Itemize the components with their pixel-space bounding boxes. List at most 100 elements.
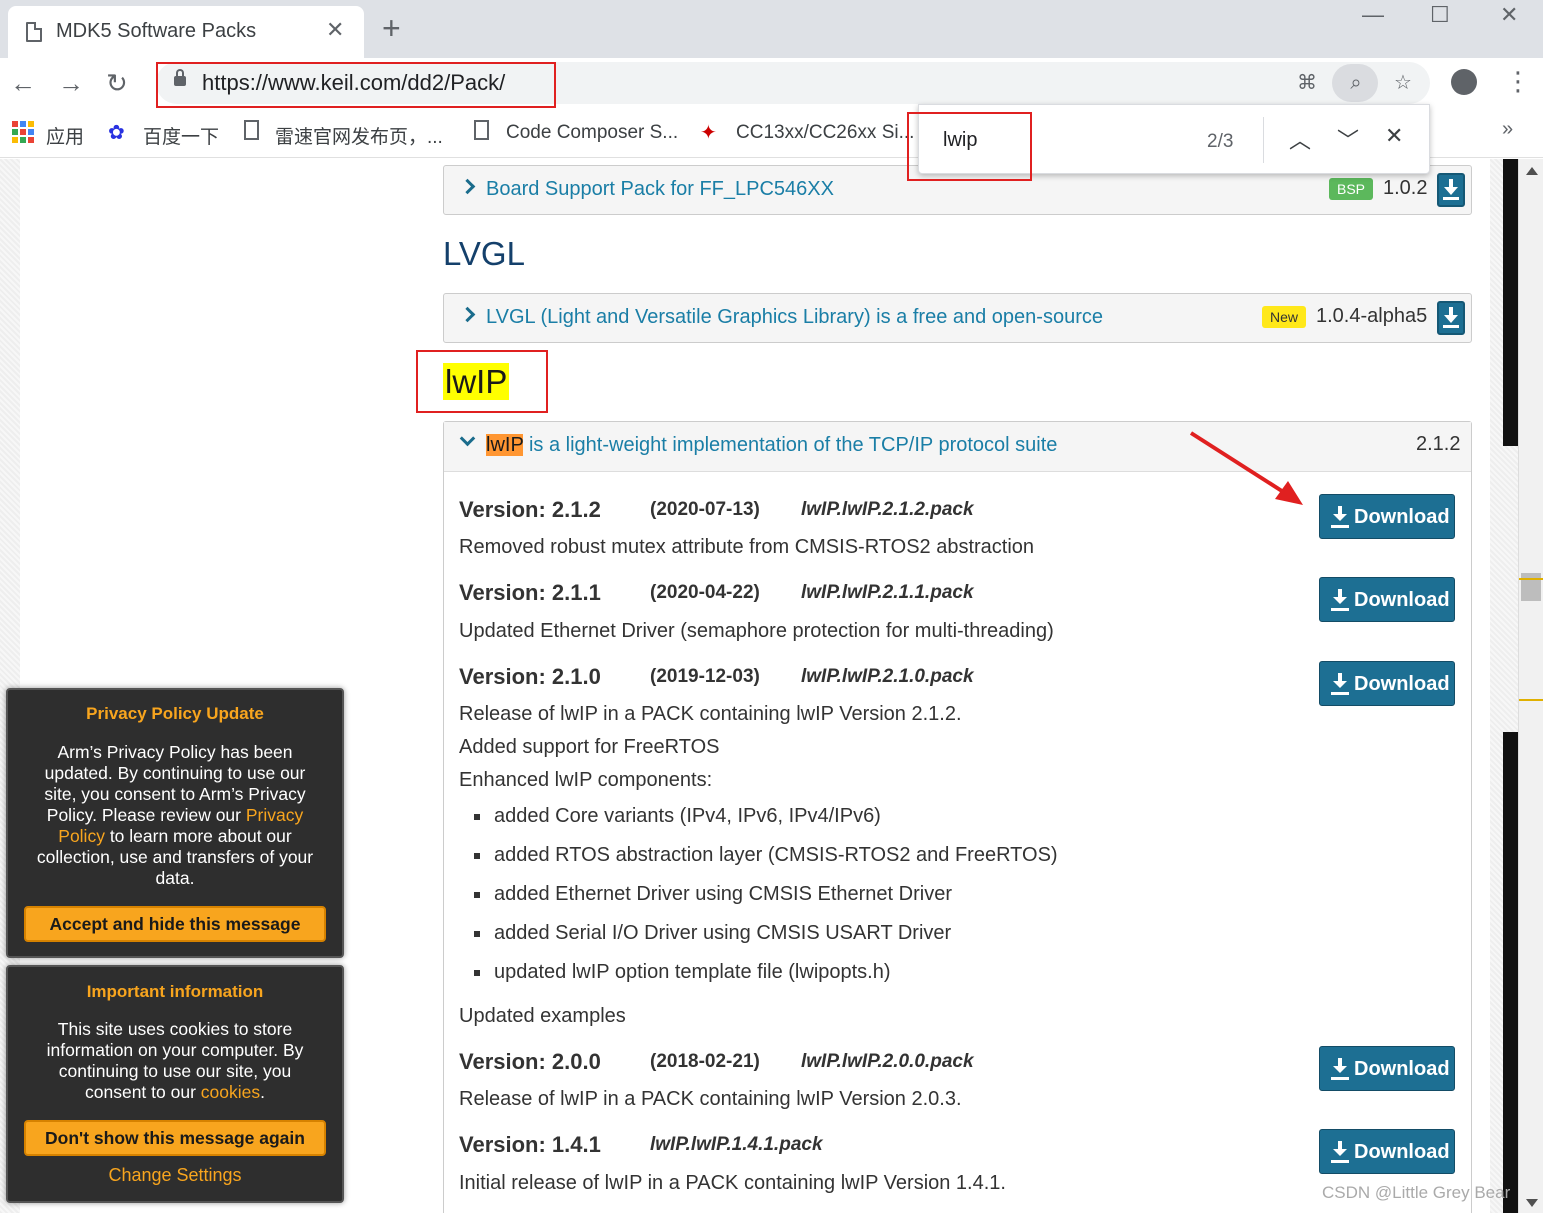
menu-dots-icon[interactable]: ⋮: [1505, 68, 1531, 94]
download-icon[interactable]: [1437, 173, 1465, 207]
release-date: (2018-02-21): [650, 1051, 760, 1072]
new-badge: New: [1262, 306, 1307, 328]
bookmark-code-composer[interactable]: Code Composer S...: [506, 122, 678, 144]
release-version: Version: 2.1.0: [459, 664, 601, 689]
download-button-2-0-0[interactable]: Download: [1319, 1046, 1455, 1091]
release-version: Version: 2.1.1: [459, 580, 601, 605]
bookmarks-more-icon[interactable]: »: [1502, 118, 1513, 141]
chevron-down-icon[interactable]: [459, 430, 476, 447]
release-note: Release of lwIP in a PACK containing lwI…: [459, 703, 962, 725]
download-icon: [1330, 589, 1350, 611]
scroll-overlay-bar: [1503, 732, 1518, 1213]
download-icon: [1330, 1058, 1350, 1080]
release-date: (2019-12-03): [650, 666, 760, 687]
download-button-2-1-1[interactable]: Download: [1319, 577, 1455, 622]
change-settings-link[interactable]: Change Settings: [8, 1165, 342, 1186]
watermark: CSDN @Little Grey Bear: [1322, 1183, 1511, 1202]
bookmark-apps[interactable]: 应用: [46, 122, 84, 149]
release-note: Initial release of lwIP in a PACK contai…: [459, 1172, 1006, 1194]
pack-row-lvgl[interactable]: LVGL (Light and Versatile Graphics Libra…: [443, 293, 1472, 343]
release-file: lwIP.lwIP.2.1.1.pack: [801, 582, 974, 603]
release-bullet: added Serial I/O Driver using CMSIS USAR…: [494, 922, 952, 944]
tab-strip: MDK5 Software Packs ✕ + — ☐ ✕: [0, 0, 1543, 58]
find-divider: [1263, 117, 1264, 163]
bookmark-star-icon[interactable]: ☆: [1388, 68, 1418, 98]
bookmark-baidu[interactable]: 百度一下: [143, 122, 219, 149]
download-icon[interactable]: [1437, 301, 1465, 335]
release-note: Enhanced lwIP components:: [459, 769, 713, 791]
page-icon: [474, 120, 489, 140]
find-match-marker: [1519, 578, 1543, 580]
bullet-marker: [474, 814, 480, 820]
release-bullet: added RTOS abstraction layer (CMSIS-RTOS…: [494, 844, 1058, 866]
download-button-1-4-1[interactable]: Download: [1319, 1129, 1455, 1174]
chevron-right-icon[interactable]: [459, 306, 476, 323]
pack-header-lwip[interactable]: lwIP is a light-weight implementation of…: [444, 422, 1471, 472]
bullet-marker: [474, 853, 480, 859]
download-button-2-1-2[interactable]: Download: [1319, 494, 1455, 539]
bullet-marker: [474, 892, 480, 898]
profile-avatar-icon[interactable]: [1451, 69, 1477, 95]
bookmark-leisu[interactable]: 雷速官网发布页，...: [275, 122, 443, 149]
popup-title: Important information: [86, 982, 264, 1001]
pack-title[interactable]: lwIP is a light-weight implementation of…: [486, 434, 1057, 457]
download-icon: [1330, 506, 1350, 528]
find-match-count: 2/3: [1207, 131, 1234, 152]
cookies-link[interactable]: cookies: [201, 1082, 260, 1102]
tab-close-icon[interactable]: ✕: [326, 17, 344, 43]
scroll-overlay-bar: [1503, 159, 1518, 446]
back-icon[interactable]: ←: [10, 68, 36, 99]
release-note: Release of lwIP in a PACK containing lwI…: [459, 1088, 962, 1110]
tab-mdk5-packs[interactable]: MDK5 Software Packs ✕: [8, 6, 364, 58]
minimize-icon[interactable]: —: [1362, 2, 1384, 28]
annotation-arrow: [1189, 431, 1303, 505]
release-date: (2020-04-22): [650, 582, 760, 603]
release-version: Version: 2.1.2: [459, 497, 601, 522]
maximize-icon[interactable]: ☐: [1430, 2, 1450, 28]
accept-button[interactable]: Accept and hide this message: [24, 906, 326, 942]
dont-show-again-button[interactable]: Don't show this message again: [24, 1120, 326, 1156]
pack-version: 1.0.2: [1383, 177, 1428, 199]
popup-body: Arm’s Privacy Policy has been updated. B…: [36, 742, 314, 888]
find-previous-icon[interactable]: ︿: [1289, 123, 1311, 155]
release-file: lwIP.lwIP.1.4.1.pack: [650, 1134, 823, 1155]
baidu-paw-icon: ✿: [108, 122, 125, 144]
find-next-icon[interactable]: ﹀: [1337, 123, 1359, 155]
popup-title: Privacy Policy Update: [86, 704, 264, 723]
forward-icon[interactable]: →: [58, 68, 84, 99]
translate-icon[interactable]: ⌘: [1292, 68, 1322, 98]
release-file: lwIP.lwIP.2.0.0.pack: [801, 1051, 974, 1072]
pack-title[interactable]: Board Support Pack for FF_LPC546XX: [486, 178, 834, 201]
section-heading-lvgl: LVGL: [443, 235, 525, 272]
annotation-box-find: [907, 112, 1032, 181]
scroll-down-icon[interactable]: [1526, 1199, 1538, 1207]
find-close-icon[interactable]: ✕: [1385, 123, 1403, 149]
release-version: Version: 2.0.0: [459, 1049, 601, 1074]
bookmark-cc13xx[interactable]: CC13xx/CC26xx Si...: [736, 122, 914, 144]
ti-logo-icon: ✦: [700, 122, 717, 144]
scroll-up-icon[interactable]: [1526, 167, 1538, 175]
apps-grid-icon[interactable]: [12, 121, 34, 143]
release-bullet: added Ethernet Driver using CMSIS Ethern…: [494, 883, 952, 905]
popup-body: This site uses cookies to store informat…: [46, 1019, 304, 1102]
tab-title: MDK5 Software Packs: [56, 20, 257, 42]
pack-title[interactable]: LVGL (Light and Versatile Graphics Libra…: [486, 306, 1103, 329]
download-icon: [1330, 673, 1350, 695]
bullet-marker: [474, 970, 480, 976]
annotation-box-url: [156, 62, 556, 108]
annotation-box-lwip: [416, 350, 548, 413]
new-tab-icon[interactable]: +: [382, 12, 401, 44]
pack-version: 1.0.4-alpha5: [1316, 305, 1428, 327]
page-scrollbar[interactable]: [1518, 159, 1543, 1213]
release-note: Added support for FreeRTOS: [459, 736, 720, 758]
release-bullet: added Core variants (IPv4, IPv6, IPv4/IP…: [494, 805, 881, 827]
window-close-icon[interactable]: ✕: [1500, 2, 1518, 28]
reload-icon[interactable]: ↻: [106, 68, 128, 99]
cookie-popup: Important information This site uses coo…: [6, 965, 344, 1203]
search-icon[interactable]: ⌕: [1341, 68, 1371, 98]
privacy-popup: Privacy Policy Update Arm’s Privacy Poli…: [6, 688, 344, 958]
download-button-2-1-0[interactable]: Download: [1319, 661, 1455, 706]
release-note: Removed robust mutex attribute from CMSI…: [459, 536, 1035, 558]
bsp-badge: BSP: [1329, 178, 1374, 200]
chevron-right-icon[interactable]: [459, 178, 476, 195]
